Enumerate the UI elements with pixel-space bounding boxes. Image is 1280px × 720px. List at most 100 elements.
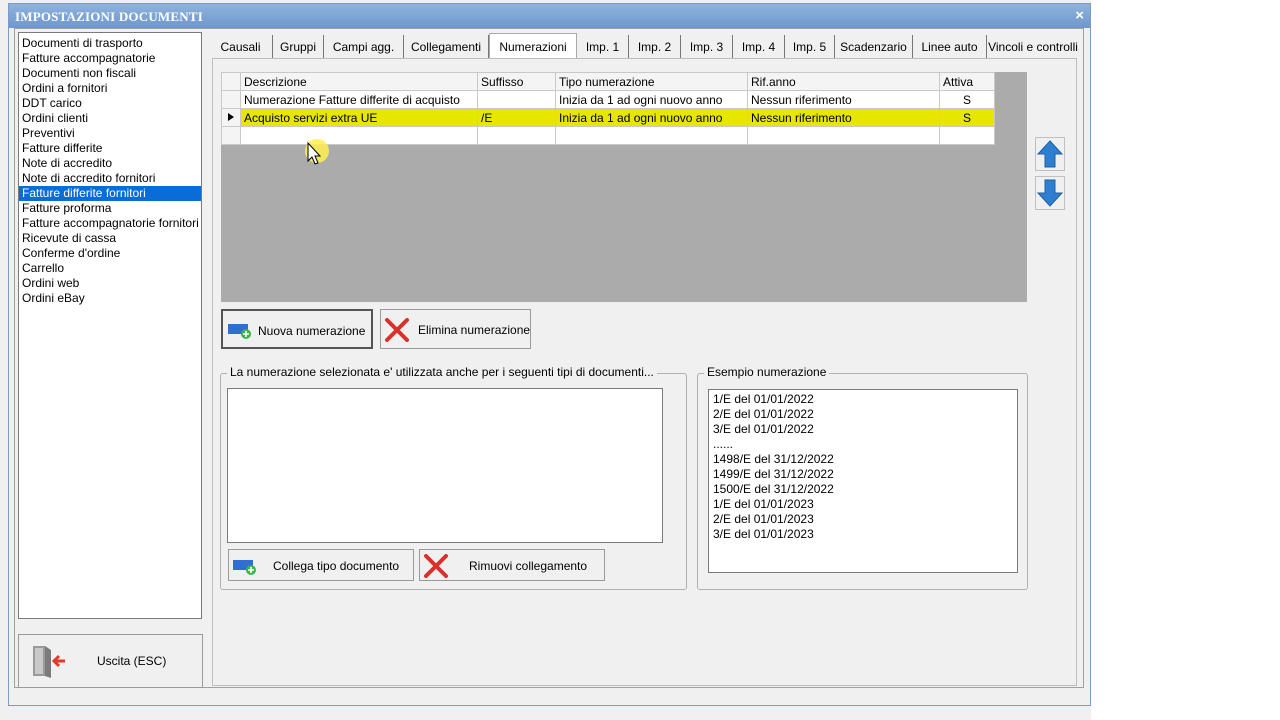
tab-imp-5[interactable]: Imp. 5 [785,35,835,59]
table-cell-attiva[interactable] [939,126,995,145]
doc-type-item-fatture-proforma[interactable]: Fatture proforma [19,201,201,216]
doc-type-item-ricevute-di-cassa[interactable]: Ricevute di cassa [19,231,201,246]
table-cell-tipo-numerazione[interactable]: Inizia da 1 ad ogni nuovo anno [555,108,748,127]
table-row[interactable]: Acquisto servizi extra UE/E Inizia da 1 a… [221,108,995,127]
delete-numbering-button[interactable]: Elimina numerazione [380,309,531,349]
exit-button[interactable]: Uscita (ESC) [18,634,203,688]
table-cell-descrizione[interactable]: Acquisto servizi extra UE [240,108,478,127]
doc-type-item-fatture-accompagnatorie-fornitori[interactable]: Fatture accompagnatorie fornitori [19,216,201,231]
table-cell-rif-anno[interactable]: Nessun riferimento [747,108,940,127]
example-line: 1500/E del 31/12/2022 [713,482,834,496]
doc-type-item-note-di-accredito[interactable]: Note di accredito [19,156,201,171]
current-row-arrow-icon[interactable] [221,108,241,127]
linked-doc-types-legend: La numerazione selezionata e' utilizzata… [227,365,657,379]
table-cell-rif-anno[interactable]: Nessun riferimento [747,90,940,109]
col-attiva[interactable]: Attiva [939,72,995,91]
col-tipo-numerazione[interactable]: Tipo numerazione [555,72,748,91]
col-rif-anno[interactable]: Rif.anno [747,72,940,91]
doc-type-item-conferme-d-ordine[interactable]: Conferme d'ordine [19,246,201,261]
add-link-icon [233,560,256,575]
close-icon[interactable]: × [1075,7,1084,24]
table-cell-tipo-numerazione[interactable]: Inizia da 1 ad ogni nuovo anno [555,90,748,109]
doc-type-item-ordini-web[interactable]: Ordini web [19,276,201,291]
window-title: IMPOSTAZIONI DOCUMENTI [15,9,203,24]
table-cell-attiva[interactable]: S [939,90,995,109]
doc-type-item-documenti-non-fiscali[interactable]: Documenti non fiscali [19,66,201,81]
tab-causali[interactable]: Causali [209,35,273,59]
remove-x-icon [424,554,448,578]
tab-bar: Causali Gruppi Campi agg. Collegamenti Numer… [209,33,1079,60]
delete-x-icon [385,318,409,342]
title-bar: IMPOSTAZIONI DOCUMENTI × [9,4,1090,28]
doc-type-item-documenti-di-trasporto[interactable]: Documenti di trasporto [19,36,201,51]
col-suffisso[interactable]: Suffisso [477,72,556,91]
tab-campi-agg[interactable]: Campi agg. [324,35,404,59]
table-cell-rif-anno[interactable] [747,126,940,145]
new-numbering-label: Nuova numerazione [258,324,366,338]
arrow-up-icon [1036,140,1064,168]
link-doc-type-button[interactable]: Collega tipo documento [228,549,414,581]
arrow-down-icon [1036,179,1064,207]
example-line: ...... [713,437,734,451]
settings-window: IMPOSTAZIONI DOCUMENTI × Documenti di tr… [8,3,1091,706]
example-line: 1499/E del 31/12/2022 [713,467,834,481]
linked-doc-types-group: La numerazione selezionata e' utilizzata… [220,365,687,590]
tab-numerazioni[interactable]: Numerazioni [489,33,577,60]
desktop-strip [0,0,8,720]
doc-type-item-note-di-accredito-fornitori[interactable]: Note di accredito fornitori [19,171,201,186]
numbering-grid[interactable]: Descrizione Suffisso Tipo numerazione Ri… [221,72,1027,302]
add-record-icon [228,324,251,339]
delete-numbering-label: Elimina numerazione [418,323,531,337]
example-numbering-legend: Esempio numerazione [704,365,830,379]
table-cell-tipo-numerazione[interactable] [555,126,748,145]
example-line: 1/E del 01/01/2022 [713,392,814,406]
example-numbering-group: Esempio numerazione 1/E del 01/01/2022 2/… [697,365,1028,590]
tab-imp-1[interactable]: Imp. 1 [577,35,629,59]
doc-type-item-ordini-ebay[interactable]: Ordini eBay [19,291,201,306]
background-area [1091,0,1280,720]
table-cell-attiva[interactable]: S [939,108,995,127]
move-down-button[interactable] [1035,176,1065,210]
numbering-table[interactable]: Descrizione Suffisso Tipo numerazione Ri… [221,72,995,145]
example-line: 3/E del 01/01/2023 [713,527,814,541]
doc-type-item-fatture-differite-fornitori[interactable]: Fatture differite fornitori [19,186,201,201]
doc-type-item-ordini-clienti[interactable]: Ordini clienti [19,111,201,126]
table-row[interactable]: Numerazione Fatture differite di acquist… [221,90,995,109]
tab-imp-2[interactable]: Imp. 2 [629,35,681,59]
doc-type-item-fatture-differite[interactable]: Fatture differite [19,141,201,156]
doc-type-item-ddt-carico[interactable]: DDT carico [19,96,201,111]
tab-vincoli-e-controlli[interactable]: Vincoli e controlli [987,35,1079,59]
tab-linee-auto[interactable]: Linee auto [913,35,987,59]
tab-collegamenti[interactable]: Collegamenti [404,35,489,59]
document-type-list[interactable]: Documenti di trasporto Fatture accompagna… [18,32,202,619]
row-indicator[interactable] [221,126,241,145]
example-line: 2/E del 01/01/2023 [713,512,814,526]
tab-imp-4[interactable]: Imp. 4 [733,35,785,59]
table-cell-suffisso[interactable] [477,126,556,145]
move-up-button[interactable] [1035,137,1065,171]
tab-gruppi[interactable]: Gruppi [273,35,324,59]
row-indicator[interactable] [221,90,241,109]
exit-door-icon [33,646,65,678]
example-line: 1/E del 01/01/2023 [713,497,814,511]
link-doc-type-label: Collega tipo documento [273,559,400,573]
tab-imp-3[interactable]: Imp. 3 [681,35,733,59]
linked-doc-types-list[interactable] [227,388,663,543]
table-cell-suffisso[interactable] [477,90,556,109]
table-row[interactable] [221,126,995,145]
doc-type-item-preventivi[interactable]: Preventivi [19,126,201,141]
col-descrizione[interactable]: Descrizione [240,72,478,91]
example-line: 2/E del 01/01/2022 [713,407,814,421]
doc-type-item-fatture-accompagnatorie[interactable]: Fatture accompagnatorie [19,51,201,66]
table-cell-descrizione[interactable]: Numerazione Fatture differite di acquist… [240,90,478,109]
grid-header-row: Descrizione Suffisso Tipo numerazione Ri… [221,72,995,91]
doc-type-item-carrello[interactable]: Carrello [19,261,201,276]
example-line: 3/E del 01/01/2022 [713,422,814,436]
remove-link-label: Rimuovi collegamento [469,559,588,573]
new-numbering-button[interactable]: Nuova numerazione [221,309,373,349]
doc-type-item-ordini-a-fornitori[interactable]: Ordini a fornitori [19,81,201,96]
table-cell-suffisso[interactable]: /E [477,108,556,127]
table-cell-descrizione[interactable] [240,126,478,145]
remove-link-button[interactable]: Rimuovi collegamento [419,549,605,581]
tab-scadenzario[interactable]: Scadenzario [835,35,913,59]
